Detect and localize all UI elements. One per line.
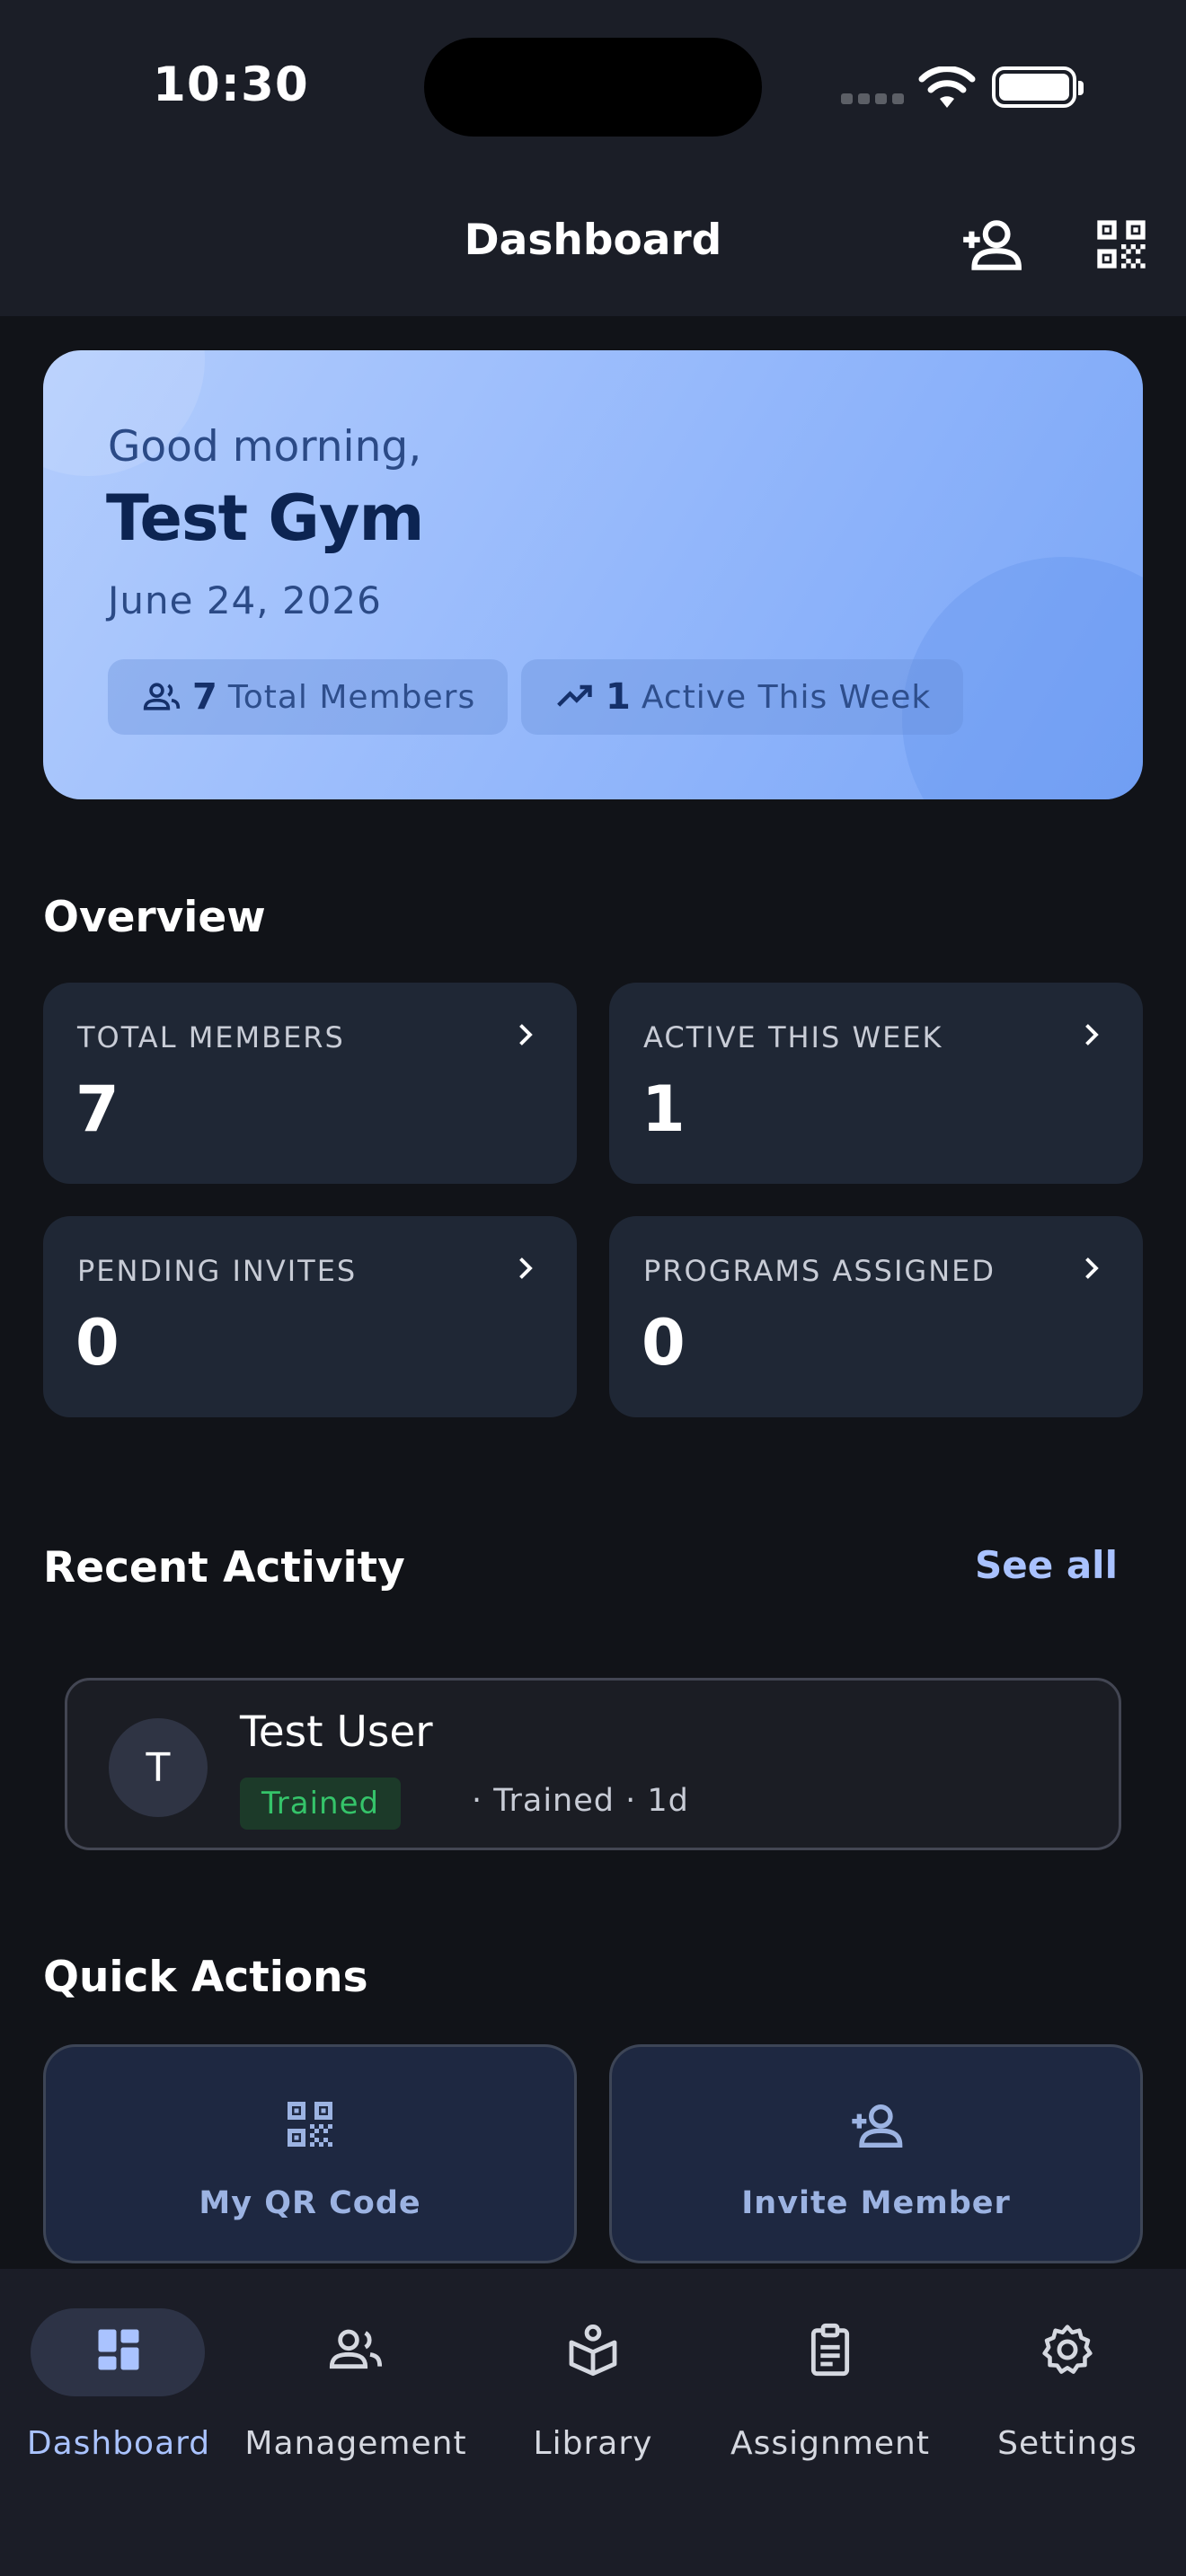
people-icon	[143, 683, 181, 710]
stat-label: PENDING INVITES	[77, 1254, 358, 1288]
nav-label: Library	[533, 2425, 653, 2462]
stat-card-total-members[interactable]: TOTAL MEMBERS 7	[43, 983, 577, 1184]
active-week-pill: 1 Active This Week	[521, 659, 964, 735]
bottom-navigation: Dashboard Management Library Assignment …	[0, 2269, 1186, 2576]
dynamic-island	[424, 38, 762, 137]
activity-meta: · Trained · 1d	[472, 1783, 689, 1819]
battery-icon	[992, 66, 1084, 108]
activity-user-name: Test User	[240, 1707, 433, 1757]
total-members-pill: 7 Total Members	[108, 659, 509, 735]
chevron-right-icon	[519, 1257, 533, 1279]
add-person-icon[interactable]	[958, 212, 1024, 278]
trending-up-icon	[557, 684, 592, 707]
nav-item-dashboard[interactable]: Dashboard	[0, 2305, 237, 2484]
nav-item-settings[interactable]: Settings	[949, 2305, 1186, 2484]
stat-card-programs-assigned[interactable]: PROGRAMS ASSIGNED 0	[609, 1216, 1143, 1417]
invite-member-button[interactable]: Invite Member	[609, 2044, 1143, 2263]
clipboard-icon	[810, 2323, 850, 2377]
nav-item-assignment[interactable]: Assignment	[712, 2305, 949, 2484]
qr-code-icon[interactable]	[1093, 216, 1150, 273]
cellular-signal-icon	[841, 93, 904, 104]
app-bar: Dashboard	[0, 176, 1186, 316]
chevron-right-icon	[1085, 1257, 1099, 1279]
stat-value: 1	[642, 1072, 686, 1146]
pill-value: 7	[192, 676, 217, 718]
status-time: 10:30	[153, 57, 309, 112]
dashboard-icon	[98, 2329, 139, 2370]
wifi-icon	[918, 66, 976, 108]
quick-actions-title: Quick Actions	[43, 1953, 368, 2002]
nav-label: Management	[244, 2425, 467, 2462]
nav-label: Assignment	[730, 2425, 930, 2462]
activity-item[interactable]: T Test User Trained · Trained · 1d	[65, 1678, 1121, 1850]
chevron-right-icon	[1085, 1024, 1099, 1045]
chevron-right-icon	[519, 1024, 533, 1045]
gear-icon	[1042, 2325, 1093, 2374]
nav-item-management[interactable]: Management	[237, 2305, 474, 2484]
qr-code-icon	[288, 2102, 332, 2147]
stat-label: PROGRAMS ASSIGNED	[643, 1254, 996, 1288]
library-icon	[569, 2325, 617, 2377]
nav-label: Settings	[997, 2425, 1137, 2462]
overview-title: Overview	[43, 893, 266, 942]
nav-item-library[interactable]: Library	[474, 2305, 712, 2484]
stat-value: 0	[642, 1306, 686, 1380]
nav-label: Dashboard	[26, 2425, 211, 2462]
see-all-link[interactable]: See all	[975, 1543, 1118, 1587]
stat-label: TOTAL MEMBERS	[77, 1020, 345, 1054]
my-qr-code-button[interactable]: My QR Code	[43, 2044, 577, 2263]
stat-label: ACTIVE THIS WEEK	[643, 1020, 943, 1054]
stat-value: 0	[75, 1306, 119, 1380]
greeting-card: Good morning, Test Gym June 24, 2026 7 T…	[43, 350, 1143, 799]
stat-card-active-this-week[interactable]: ACTIVE THIS WEEK 1	[609, 983, 1143, 1184]
quick-action-label: Invite Member	[741, 2185, 1011, 2221]
status-badge: Trained	[240, 1778, 402, 1830]
people-icon	[329, 2329, 383, 2369]
pill-label: Total Members	[227, 678, 476, 716]
quick-action-label: My QR Code	[199, 2185, 421, 2221]
stat-value: 7	[75, 1072, 119, 1146]
stat-card-pending-invites[interactable]: PENDING INVITES 0	[43, 1216, 577, 1417]
avatar: T	[109, 1718, 208, 1817]
pill-label: Active This Week	[641, 678, 932, 716]
current-date: June 24, 2026	[108, 578, 382, 622]
add-person-icon	[852, 2104, 903, 2148]
status-bar: 10:30	[0, 0, 1186, 176]
recent-activity-title: Recent Activity	[43, 1543, 405, 1592]
pill-value: 1	[606, 676, 631, 718]
gym-name: Test Gym	[106, 481, 424, 555]
greeting-text: Good morning,	[108, 422, 422, 472]
